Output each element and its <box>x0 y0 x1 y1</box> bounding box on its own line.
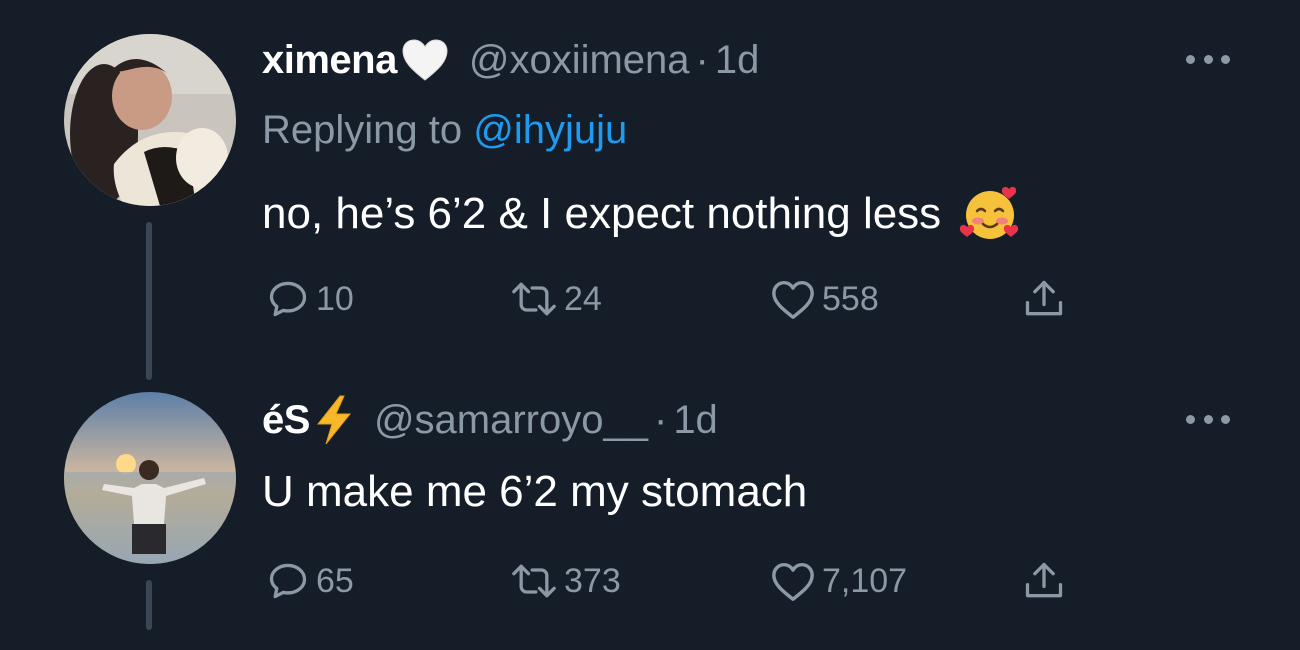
tweet-text: U make me 6’2 my stomach <box>262 464 1260 520</box>
reply-icon <box>266 277 310 321</box>
tweet-text: no, he’s 6’2 & I expect nothing less <box>262 186 1260 242</box>
tweet-content: ximena @xoxiimena · 1d Replying to @ihyj… <box>262 34 1260 319</box>
high-voltage-icon <box>314 395 354 445</box>
tweet[interactable]: ximena @xoxiimena · 1d Replying to @ihyj… <box>0 0 1300 380</box>
like-count: 558 <box>822 279 879 318</box>
retweet-count: 24 <box>564 279 602 318</box>
more-icon[interactable] <box>1186 412 1230 426</box>
share-button[interactable] <box>1022 274 1066 324</box>
white-heart-icon <box>401 38 449 82</box>
tweet-content: éS @samarroyo__ · 1d U make me 6’2 my st… <box>262 394 1260 601</box>
separator-dot: · <box>653 397 668 442</box>
thread-line <box>146 580 152 630</box>
replying-label: Replying to <box>262 108 463 152</box>
reply-count: 10 <box>316 279 354 318</box>
tweet-actions: 10 24 558 <box>262 274 1092 324</box>
avatar[interactable] <box>64 34 236 206</box>
reply-thread: ximena @xoxiimena · 1d Replying to @ihyj… <box>0 0 1300 650</box>
retweet-button[interactable]: 373 <box>510 556 621 606</box>
replying-to: Replying to @ihyjuju <box>262 104 1260 156</box>
timestamp[interactable]: 1d <box>715 38 760 83</box>
thread-line <box>146 222 152 380</box>
avatar[interactable] <box>64 392 236 564</box>
tweet-header: éS @samarroyo__ · 1d <box>262 394 1260 446</box>
tweet-text-content: U make me 6’2 my stomach <box>262 467 808 516</box>
smiling-face-with-hearts-icon <box>959 183 1021 245</box>
user-handle[interactable]: @samarroyo__ <box>374 398 648 443</box>
share-icon <box>1022 559 1066 603</box>
tweet[interactable]: éS @samarroyo__ · 1d U make me 6’2 my st… <box>0 380 1300 650</box>
reply-button[interactable]: 10 <box>266 274 354 324</box>
reply-button[interactable]: 65 <box>266 556 354 606</box>
like-count: 7,107 <box>822 561 908 600</box>
like-icon <box>770 559 816 603</box>
tweet-header: ximena @xoxiimena · 1d <box>262 34 1260 86</box>
separator-dot: · <box>695 37 709 82</box>
like-button[interactable]: 7,107 <box>770 556 907 606</box>
share-icon <box>1022 277 1066 321</box>
retweet-count: 373 <box>564 561 621 600</box>
replying-mention-link[interactable]: @ihyjuju <box>473 108 627 152</box>
display-name[interactable]: éS <box>262 398 310 443</box>
share-button[interactable] <box>1022 556 1066 606</box>
like-icon <box>770 277 816 321</box>
retweet-button[interactable]: 24 <box>510 274 602 324</box>
retweet-icon <box>510 559 558 603</box>
more-icon[interactable] <box>1186 52 1230 66</box>
user-handle[interactable]: @xoxiimena <box>469 38 690 83</box>
tweet-text-content: no, he’s 6’2 & I expect nothing less <box>262 189 942 238</box>
display-name[interactable]: ximena <box>262 38 397 83</box>
like-button[interactable]: 558 <box>770 274 879 324</box>
reply-count: 65 <box>316 561 354 600</box>
tweet-actions: 65 373 7,107 <box>262 556 1092 606</box>
retweet-icon <box>510 277 558 321</box>
timestamp[interactable]: 1d <box>673 398 718 443</box>
reply-icon <box>266 559 310 603</box>
